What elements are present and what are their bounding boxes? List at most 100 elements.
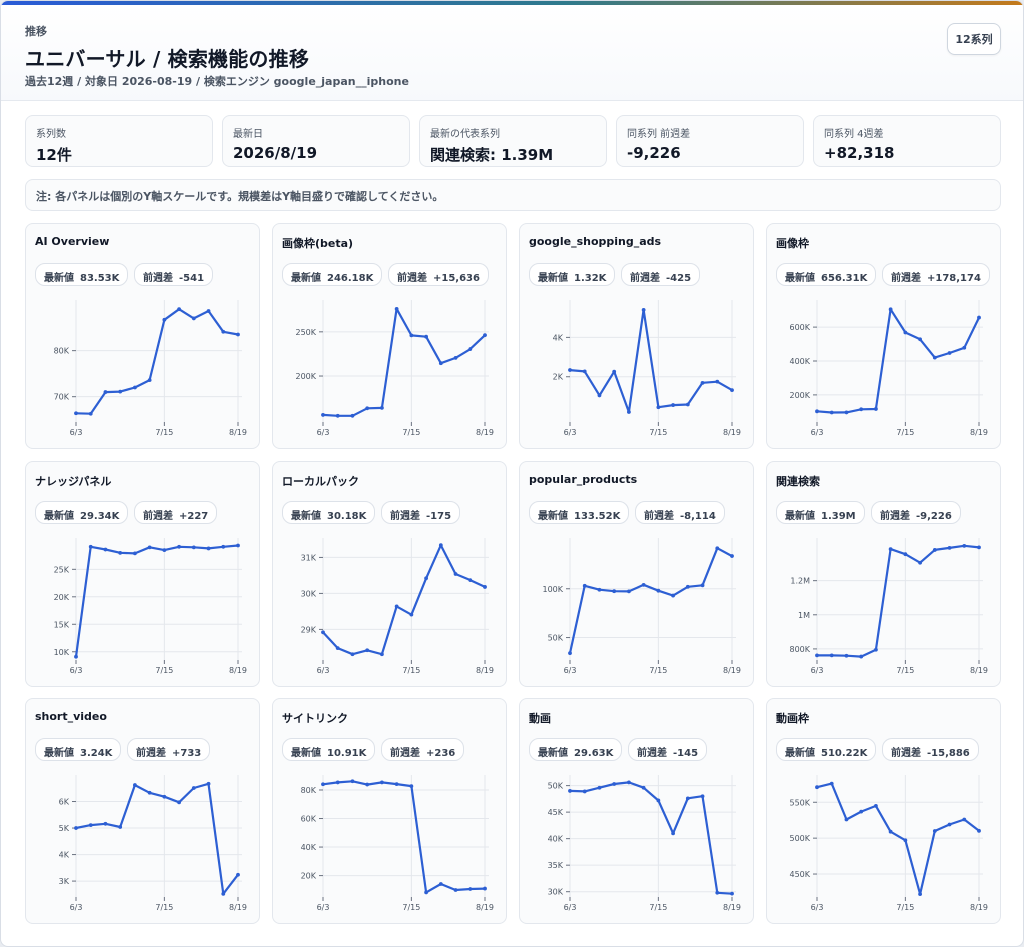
data-point[interactable] xyxy=(656,798,661,803)
data-point[interactable] xyxy=(918,560,922,565)
data-point[interactable] xyxy=(177,307,181,312)
series-count-button[interactable]: 12系列 xyxy=(947,23,1001,55)
data-point[interactable] xyxy=(133,551,137,556)
data-point[interactable] xyxy=(88,544,93,549)
data-point[interactable] xyxy=(656,588,661,593)
data-point[interactable] xyxy=(74,411,78,416)
data-point[interactable] xyxy=(815,653,819,658)
data-point[interactable] xyxy=(206,546,211,551)
data-point[interactable] xyxy=(829,653,834,658)
data-point[interactable] xyxy=(918,337,922,342)
data-point[interactable] xyxy=(874,803,878,808)
data-point[interactable] xyxy=(483,886,487,891)
data-point[interactable] xyxy=(380,652,384,657)
data-point[interactable] xyxy=(177,544,181,549)
data-point[interactable] xyxy=(612,369,617,374)
data-point[interactable] xyxy=(977,828,981,833)
data-point[interactable] xyxy=(162,548,167,552)
data-point[interactable] xyxy=(568,789,572,793)
data-point[interactable] xyxy=(730,554,734,558)
data-point[interactable] xyxy=(162,317,167,322)
data-point[interactable] xyxy=(932,548,937,552)
data-point[interactable] xyxy=(627,780,631,785)
data-point[interactable] xyxy=(977,315,981,320)
data-point[interactable] xyxy=(829,410,834,415)
data-point[interactable] xyxy=(715,379,720,384)
data-point[interactable] xyxy=(962,543,967,548)
data-point[interactable] xyxy=(700,794,705,799)
data-point[interactable] xyxy=(409,612,414,617)
data-point[interactable] xyxy=(221,891,226,896)
data-point[interactable] xyxy=(409,333,414,338)
data-point[interactable] xyxy=(977,545,981,550)
data-point[interactable] xyxy=(612,589,617,594)
data-point[interactable] xyxy=(597,785,602,790)
data-point[interactable] xyxy=(685,796,690,801)
data-point[interactable] xyxy=(321,413,325,417)
data-point[interactable] xyxy=(103,821,108,826)
data-point[interactable] xyxy=(206,781,211,786)
data-point[interactable] xyxy=(236,543,240,548)
data-point[interactable] xyxy=(380,780,384,785)
data-point[interactable] xyxy=(350,779,355,784)
data-point[interactable] xyxy=(671,593,675,598)
data-point[interactable] xyxy=(177,800,181,805)
data-point[interactable] xyxy=(350,413,355,418)
data-point[interactable] xyxy=(918,892,922,897)
data-point[interactable] xyxy=(438,361,443,366)
data-point[interactable] xyxy=(162,794,167,799)
data-point[interactable] xyxy=(932,829,937,833)
data-point[interactable] xyxy=(947,545,952,550)
data-point[interactable] xyxy=(700,583,705,588)
data-point[interactable] xyxy=(582,789,587,794)
data-point[interactable] xyxy=(118,825,123,829)
data-point[interactable] xyxy=(88,823,93,828)
data-point[interactable] xyxy=(641,582,646,587)
data-point[interactable] xyxy=(133,385,137,390)
data-point[interactable] xyxy=(627,410,631,414)
data-point[interactable] xyxy=(844,817,849,822)
data-point[interactable] xyxy=(394,306,399,311)
data-point[interactable] xyxy=(874,647,878,652)
data-point[interactable] xyxy=(350,652,355,657)
data-point[interactable] xyxy=(962,345,967,350)
data-point[interactable] xyxy=(859,654,864,659)
data-point[interactable] xyxy=(438,882,443,886)
data-point[interactable] xyxy=(74,826,78,830)
data-point[interactable] xyxy=(365,406,370,411)
data-point[interactable] xyxy=(118,389,123,394)
data-point[interactable] xyxy=(641,785,646,790)
data-point[interactable] xyxy=(844,410,849,415)
data-point[interactable] xyxy=(321,630,325,635)
data-point[interactable] xyxy=(859,809,864,814)
data-point[interactable] xyxy=(947,822,952,827)
data-point[interactable] xyxy=(88,411,93,416)
data-point[interactable] xyxy=(424,576,428,581)
data-point[interactable] xyxy=(903,552,908,557)
data-point[interactable] xyxy=(394,604,399,609)
data-point[interactable] xyxy=(568,651,572,656)
data-point[interactable] xyxy=(700,380,705,385)
data-point[interactable] xyxy=(888,307,893,312)
data-point[interactable] xyxy=(409,784,414,789)
data-point[interactable] xyxy=(133,783,137,787)
data-point[interactable] xyxy=(118,550,123,555)
data-point[interactable] xyxy=(947,351,952,355)
data-point[interactable] xyxy=(438,543,443,548)
data-point[interactable] xyxy=(380,405,384,410)
data-point[interactable] xyxy=(147,790,152,795)
data-point[interactable] xyxy=(483,333,487,338)
data-point[interactable] xyxy=(903,838,908,843)
data-point[interactable] xyxy=(103,547,108,552)
data-point[interactable] xyxy=(103,390,108,394)
data-point[interactable] xyxy=(715,890,720,895)
data-point[interactable] xyxy=(335,413,340,418)
data-point[interactable] xyxy=(365,648,370,653)
data-point[interactable] xyxy=(483,585,487,589)
data-point[interactable] xyxy=(612,782,617,786)
data-point[interactable] xyxy=(453,572,458,576)
data-point[interactable] xyxy=(365,782,370,787)
data-point[interactable] xyxy=(236,332,240,337)
data-point[interactable] xyxy=(888,829,893,834)
data-point[interactable] xyxy=(685,402,690,407)
